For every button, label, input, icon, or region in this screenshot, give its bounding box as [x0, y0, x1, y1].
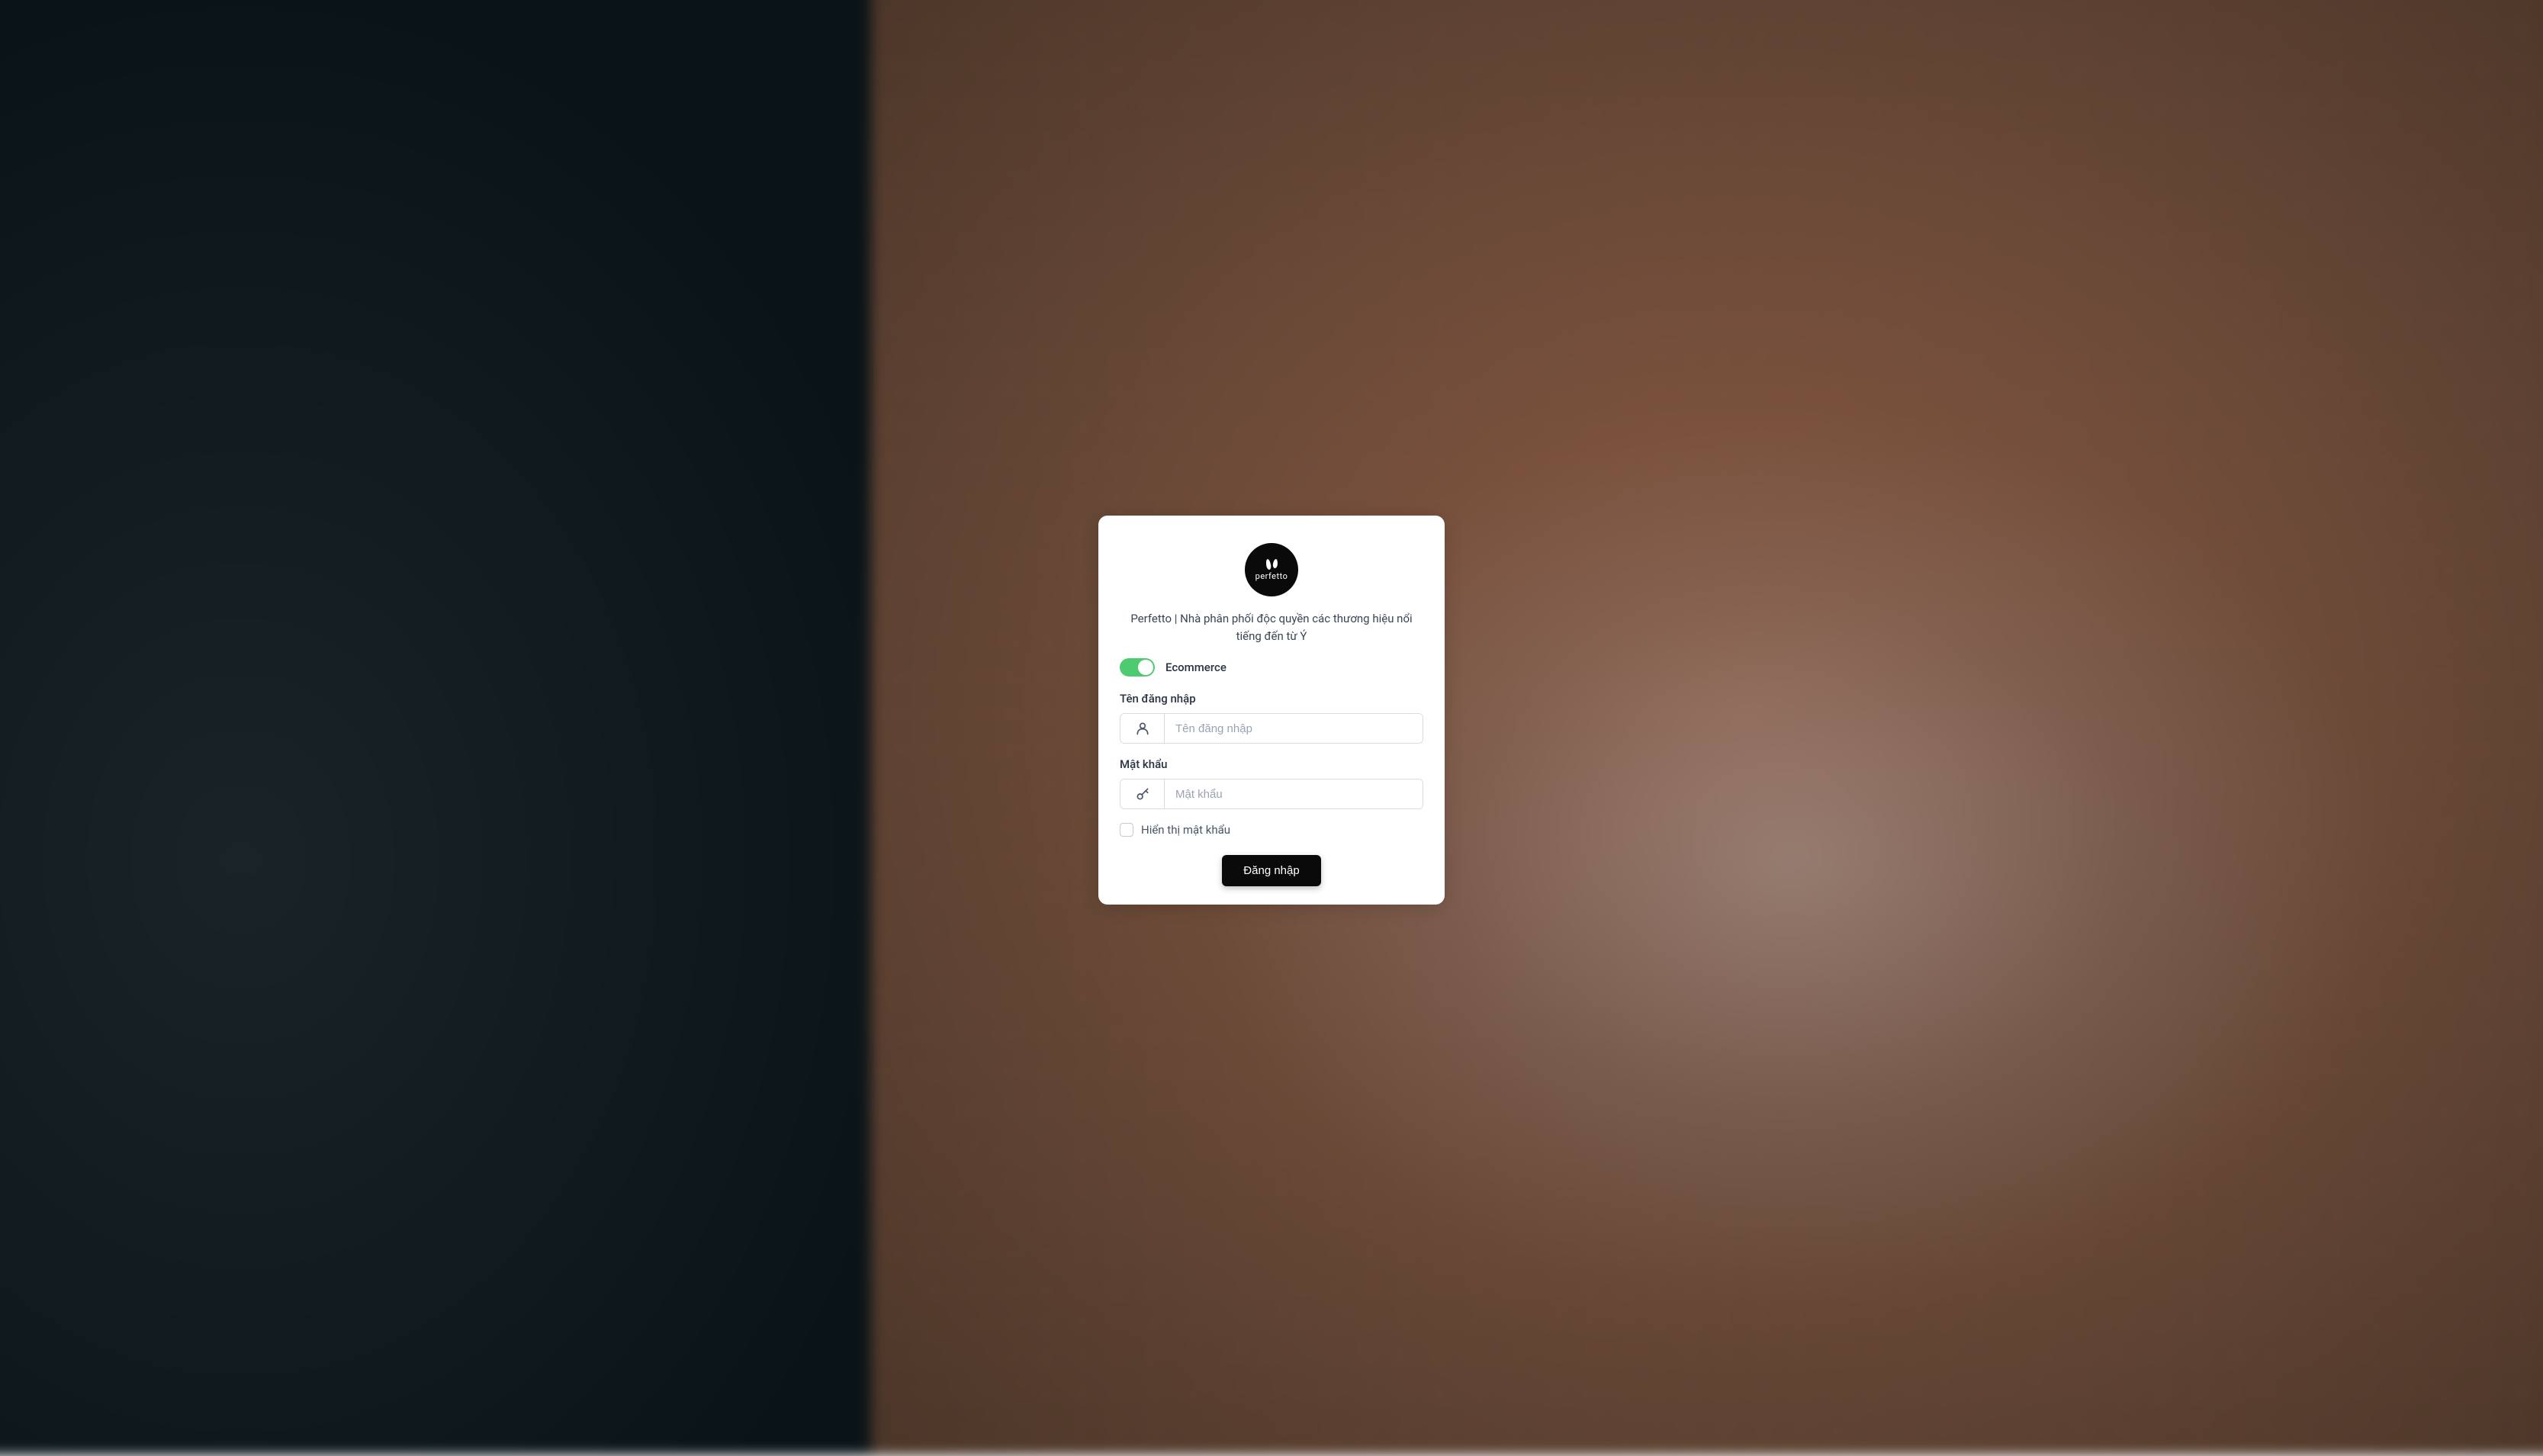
page-subtitle: Perfetto | Nhà phân phối độc quyền các t…: [1120, 610, 1423, 644]
brand-logo: perfetto: [1245, 543, 1298, 596]
show-password-row: Hiển thị mật khẩu: [1120, 823, 1423, 837]
steam-icon: [1266, 559, 1278, 570]
username-input-wrap: [1120, 713, 1423, 744]
login-button[interactable]: Đăng nhập: [1222, 855, 1320, 886]
username-label: Tên đăng nhập: [1120, 692, 1423, 706]
submit-container: Đăng nhập: [1120, 855, 1423, 886]
login-card: perfetto Perfetto | Nhà phân phối độc qu…: [1098, 516, 1445, 905]
toggle-knob: [1138, 660, 1153, 675]
username-group: Tên đăng nhập: [1120, 692, 1423, 744]
key-icon: [1120, 779, 1165, 808]
password-label: Mật khẩu: [1120, 757, 1423, 771]
show-password-label: Hiển thị mật khẩu: [1141, 823, 1230, 837]
logo-container: perfetto: [1120, 543, 1423, 596]
ecommerce-toggle-label: Ecommerce: [1165, 661, 1226, 674]
password-input[interactable]: [1165, 779, 1423, 808]
show-password-checkbox[interactable]: [1120, 823, 1133, 837]
username-input[interactable]: [1165, 714, 1423, 743]
ecommerce-toggle-row: Ecommerce: [1120, 658, 1423, 677]
password-input-wrap: [1120, 779, 1423, 809]
ecommerce-toggle[interactable]: [1120, 658, 1155, 677]
password-group: Mật khẩu: [1120, 757, 1423, 809]
user-icon: [1120, 714, 1165, 743]
brand-name: perfetto: [1255, 571, 1288, 581]
